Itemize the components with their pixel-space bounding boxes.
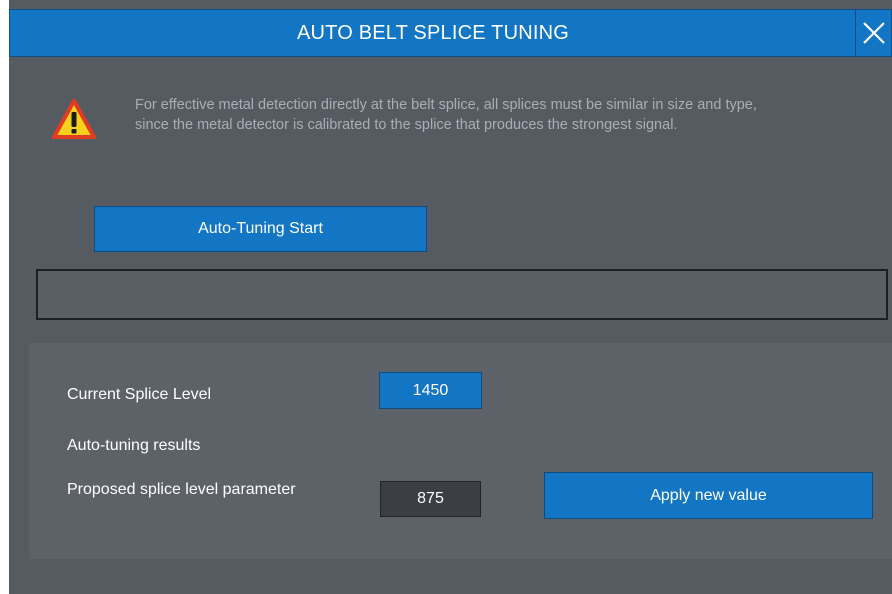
warning-message: For effective metal detection directly a… — [135, 97, 757, 133]
auto-tuning-start-button[interactable]: Auto-Tuning Start — [94, 206, 427, 252]
status-bar — [36, 269, 888, 320]
proposed-splice-level-value: 875 — [380, 481, 481, 517]
proposed-splice-level-label: Proposed splice level parameter — [67, 481, 296, 498]
results-panel: Current Splice Level 1450 Auto-tuning re… — [29, 343, 892, 559]
auto-tuning-results-label: Auto-tuning results — [67, 437, 201, 454]
current-splice-level-label: Current Splice Level — [67, 386, 212, 403]
close-button[interactable] — [855, 10, 891, 56]
apply-new-value-button[interactable]: Apply new value — [544, 472, 873, 519]
auto-belt-splice-tuning-window: AUTO BELT SPLICE TUNING For effective me… — [9, 0, 892, 594]
current-splice-level-value[interactable]: 1450 — [379, 372, 482, 409]
close-icon — [862, 22, 885, 44]
window-title: AUTO BELT SPLICE TUNING — [296, 22, 570, 44]
warning-icon — [51, 97, 97, 143]
title-bar: AUTO BELT SPLICE TUNING — [9, 9, 892, 57]
